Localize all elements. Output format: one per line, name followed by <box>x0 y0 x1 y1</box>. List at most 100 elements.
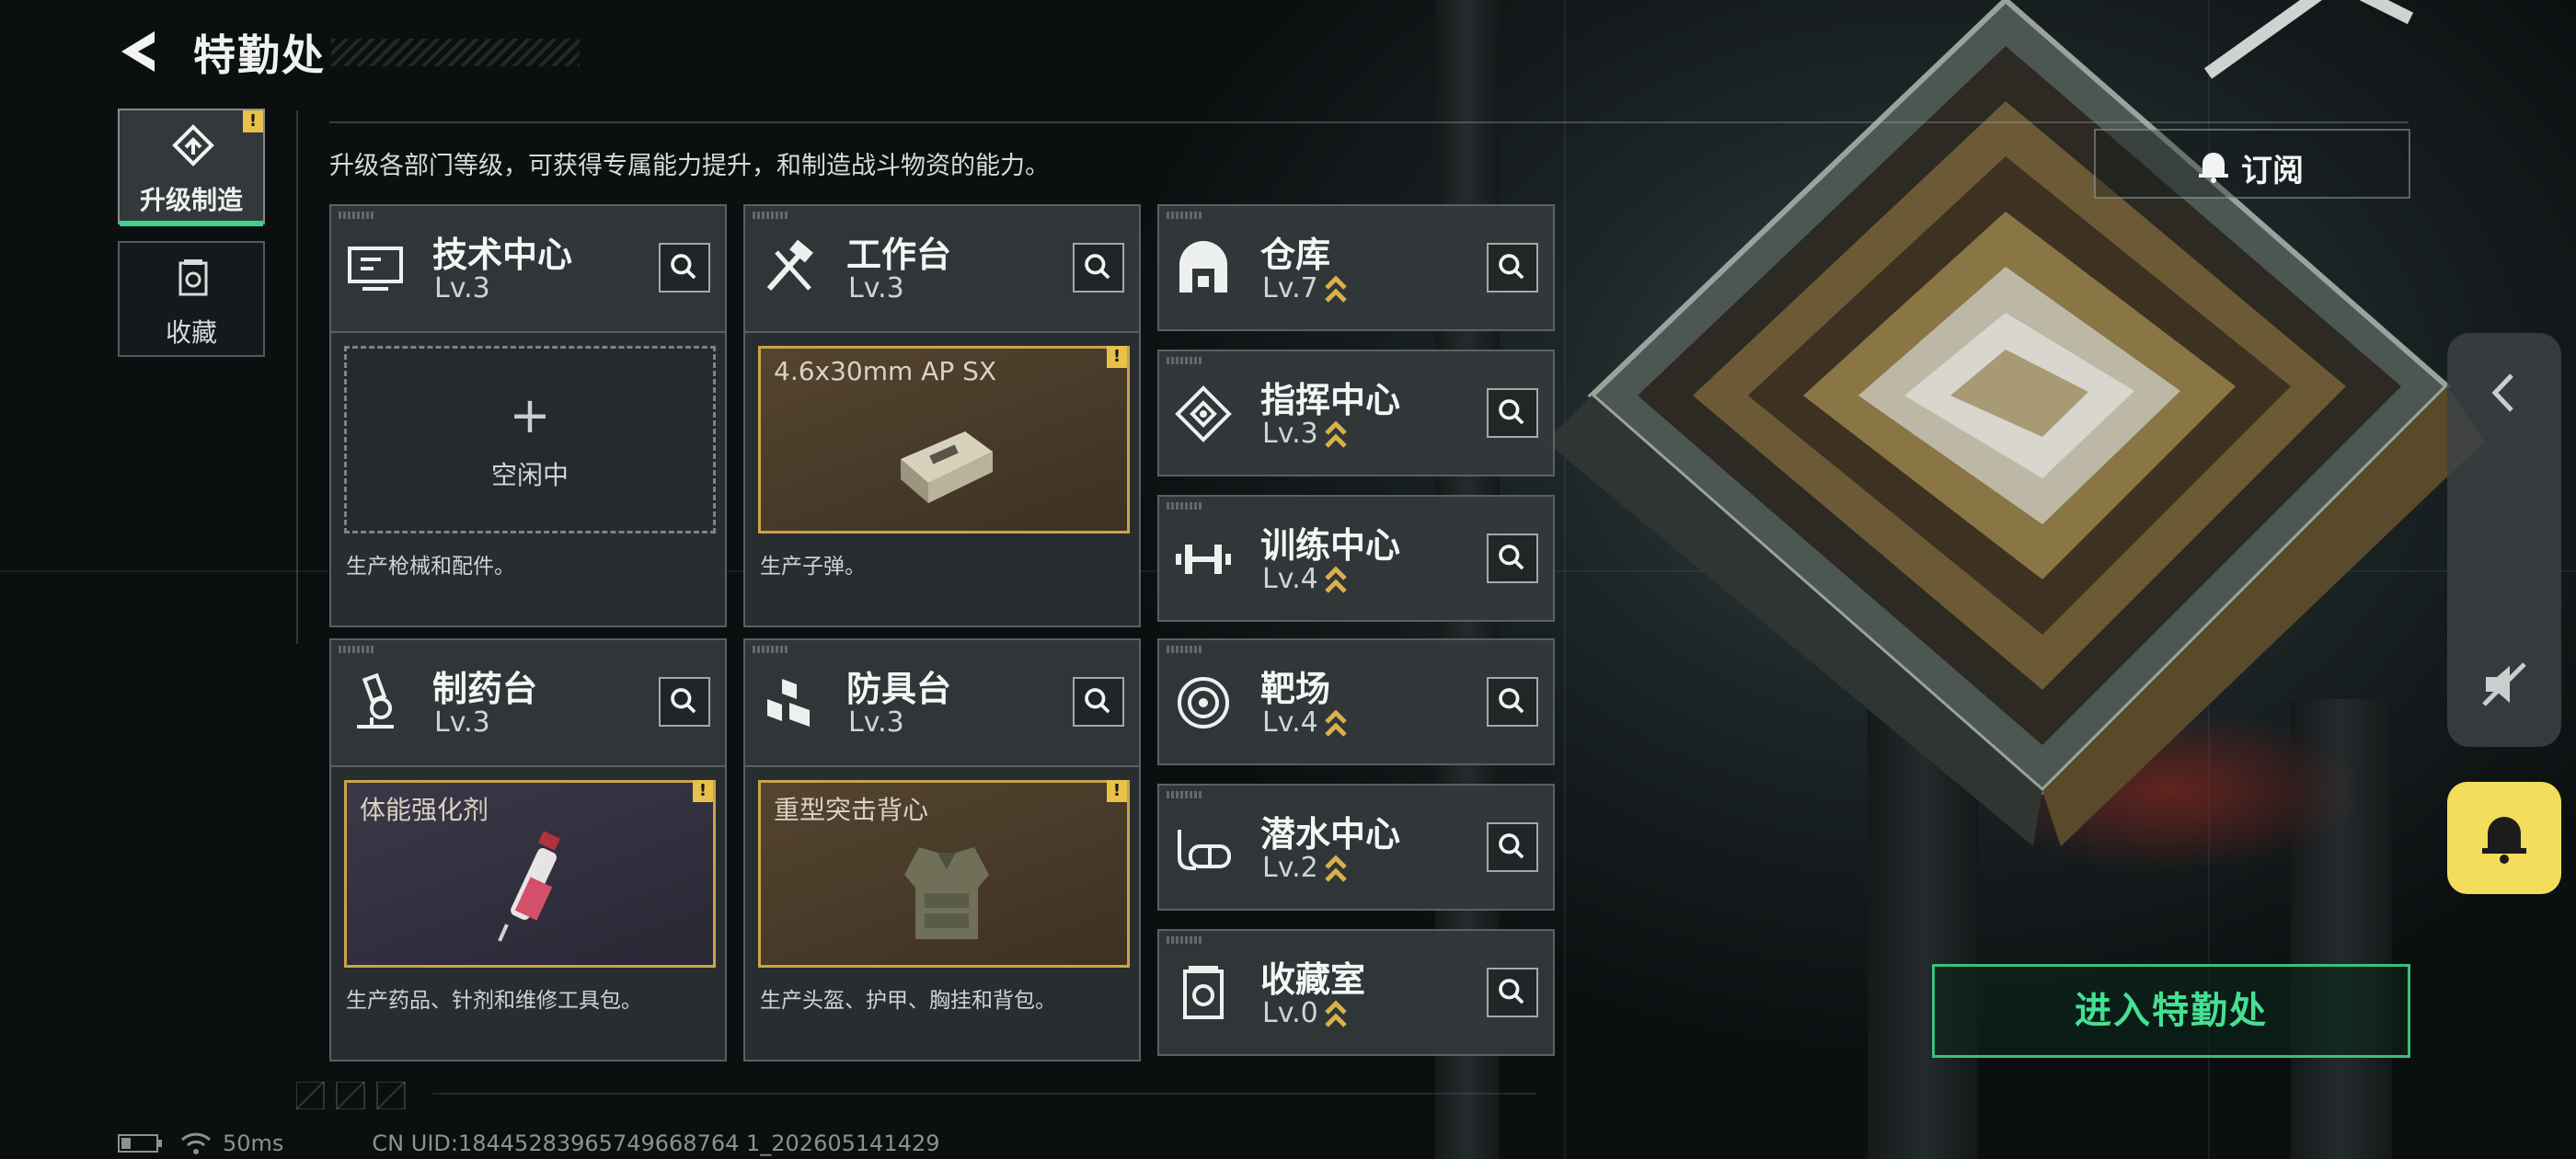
speaker-muted-icon <box>2482 662 2526 706</box>
production-area: 重型突击背心 ! 生产头盔、护甲、胸挂和背包。 <box>745 767 1139 1060</box>
inspect-button[interactable] <box>1487 388 1538 438</box>
level-text: Lv.3 <box>434 272 490 304</box>
facility-header[interactable]: 技术中心 Lv.3 <box>331 206 725 333</box>
diving-center-icon <box>1178 830 1231 870</box>
level-text: Lv.2 <box>1262 852 1318 884</box>
upgrade-available-icon <box>1324 274 1347 303</box>
level-text: Lv.3 <box>848 706 904 739</box>
facility-header[interactable]: 靶场 Lv.4 <box>1159 640 1553 767</box>
inspect-button[interactable] <box>1487 968 1538 1017</box>
tab-collection[interactable]: 收藏 <box>118 241 265 357</box>
card-shooting-range: 靶场 Lv.4 <box>1157 638 1555 765</box>
warehouse-icon <box>1179 241 1227 293</box>
user-uid: CN UID:18445283965749668764 1_2026051414… <box>372 1130 940 1156</box>
facility-name: 潜水中心 <box>1260 814 1401 855</box>
search-icon <box>1499 399 1524 425</box>
facility-header[interactable]: 工作台 Lv.3 <box>745 206 1139 333</box>
facility-header[interactable]: 收藏室 Lv.0 <box>1159 931 1553 1058</box>
decoration <box>339 646 375 653</box>
level-text: Lv.3 <box>1262 418 1318 450</box>
inspect-button[interactable] <box>1487 534 1538 583</box>
facility-name: 技术中心 <box>432 235 573 275</box>
inspect-button[interactable] <box>659 243 710 293</box>
item-name: 4.6x30mm AP SX <box>774 356 997 386</box>
ping-value: 50ms <box>223 1130 284 1156</box>
divider <box>432 1093 1536 1095</box>
facility-header[interactable]: 防具台 Lv.3 <box>745 640 1139 767</box>
card-warehouse: 仓库 Lv.7 <box>1157 204 1555 331</box>
upgrade-icon <box>172 124 214 166</box>
production-description: 生产枪械和配件。 <box>346 555 515 579</box>
inspect-button[interactable] <box>1073 243 1124 293</box>
facility-header[interactable]: 指挥中心 Lv.3 <box>1159 351 1553 478</box>
vest-icon <box>904 847 989 939</box>
notification-button[interactable] <box>2447 782 2561 894</box>
subscribe-label: 订阅 <box>2241 153 2304 189</box>
facility-header[interactable]: 制药台 Lv.3 <box>331 640 725 767</box>
ammo-box-icon <box>901 431 993 503</box>
bell-icon <box>2482 817 2526 864</box>
production-slot-active[interactable]: 体能强化剂 ! <box>344 780 716 968</box>
facility-name: 靶场 <box>1260 669 1331 709</box>
subscribe-button[interactable]: 订阅 <box>2094 129 2410 199</box>
production-slot-idle[interactable]: + 空闲中 <box>344 346 716 534</box>
mute-button[interactable] <box>2475 655 2534 714</box>
bell-icon <box>2199 153 2228 183</box>
enter-special-ops-button[interactable]: 进入特勤处 <box>1932 964 2410 1058</box>
card-workbench: 工作台 Lv.3 4.6x30mm AP SX ! 生产子弹。 <box>743 204 1141 627</box>
tab-upgrade-craft[interactable]: 升级制造 ! <box>118 109 265 226</box>
facility-name: 防具台 <box>846 669 952 709</box>
add-icon: + <box>509 386 551 444</box>
armor-bench-icon <box>767 679 810 727</box>
wifi-icon <box>180 1132 212 1154</box>
alert-badge: ! <box>1107 780 1127 802</box>
production-slot-active[interactable]: 4.6x30mm AP SX ! <box>758 346 1130 534</box>
facility-header[interactable]: 潜水中心 Lv.2 <box>1159 786 1553 912</box>
alert-badge: ! <box>243 110 263 132</box>
item-name: 重型突击背心 <box>774 795 929 825</box>
inspect-button[interactable] <box>659 677 710 727</box>
production-area: 4.6x30mm AP SX ! 生产子弹。 <box>745 333 1139 625</box>
decoration <box>753 646 789 653</box>
facility-header[interactable]: 仓库 Lv.7 <box>1159 206 1553 333</box>
production-slot-active[interactable]: 重型突击背心 ! <box>758 780 1130 968</box>
facility-level: Lv.4 <box>1262 563 1348 595</box>
back-button[interactable] <box>118 28 164 75</box>
search-icon <box>671 688 696 714</box>
card-pharmacy: 制药台 Lv.3 体能强化剂 ! 生产药品、针剂和维修工具包。 <box>329 638 727 1061</box>
title-decoration <box>331 39 580 66</box>
production-area: + 空闲中 生产枪械和配件。 <box>331 333 725 625</box>
inspect-button[interactable] <box>1073 677 1124 727</box>
inspect-button[interactable] <box>1487 822 1538 872</box>
tab-label: 升级制造 <box>139 185 243 215</box>
facility-level: Lv.3 <box>434 272 490 304</box>
facility-name: 指挥中心 <box>1260 380 1401 420</box>
tech-center-icon <box>348 247 403 291</box>
inspect-button[interactable] <box>1487 243 1538 293</box>
facility-level: Lv.7 <box>1262 272 1348 304</box>
inspect-button[interactable] <box>1487 677 1538 727</box>
facility-level: Lv.3 <box>848 706 904 739</box>
status-bar: 50ms CN UID:18445283965749668764 1_20260… <box>118 1130 940 1157</box>
search-icon <box>1499 979 1524 1004</box>
divider <box>296 110 298 644</box>
pharmacy-icon <box>357 672 394 729</box>
training-center-icon <box>1176 545 1231 574</box>
card-tech-center: 技术中心 Lv.3 + 空闲中 生产枪械和配件。 <box>329 204 727 627</box>
facility-name: 仓库 <box>1260 235 1331 275</box>
alert-badge: ! <box>1107 346 1127 368</box>
upgrade-available-icon <box>1324 708 1347 737</box>
active-tab-indicator <box>120 221 263 226</box>
tab-label: 收藏 <box>165 317 217 348</box>
search-icon <box>1499 833 1524 859</box>
facility-header[interactable]: 训练中心 Lv.4 <box>1159 497 1553 624</box>
collapse-panel-button[interactable] <box>2477 361 2532 425</box>
chevron-left-icon <box>2491 373 2513 412</box>
back-arrow-icon <box>121 31 155 72</box>
search-icon <box>1499 688 1524 714</box>
level-text: Lv.4 <box>1262 563 1318 595</box>
page-subtitle: 升级各部门等级，可获得专属能力提升，和制造战斗物资的能力。 <box>329 152 1050 180</box>
divider <box>329 121 2409 123</box>
upgrade-available-icon <box>1324 419 1347 448</box>
search-icon <box>671 254 696 280</box>
